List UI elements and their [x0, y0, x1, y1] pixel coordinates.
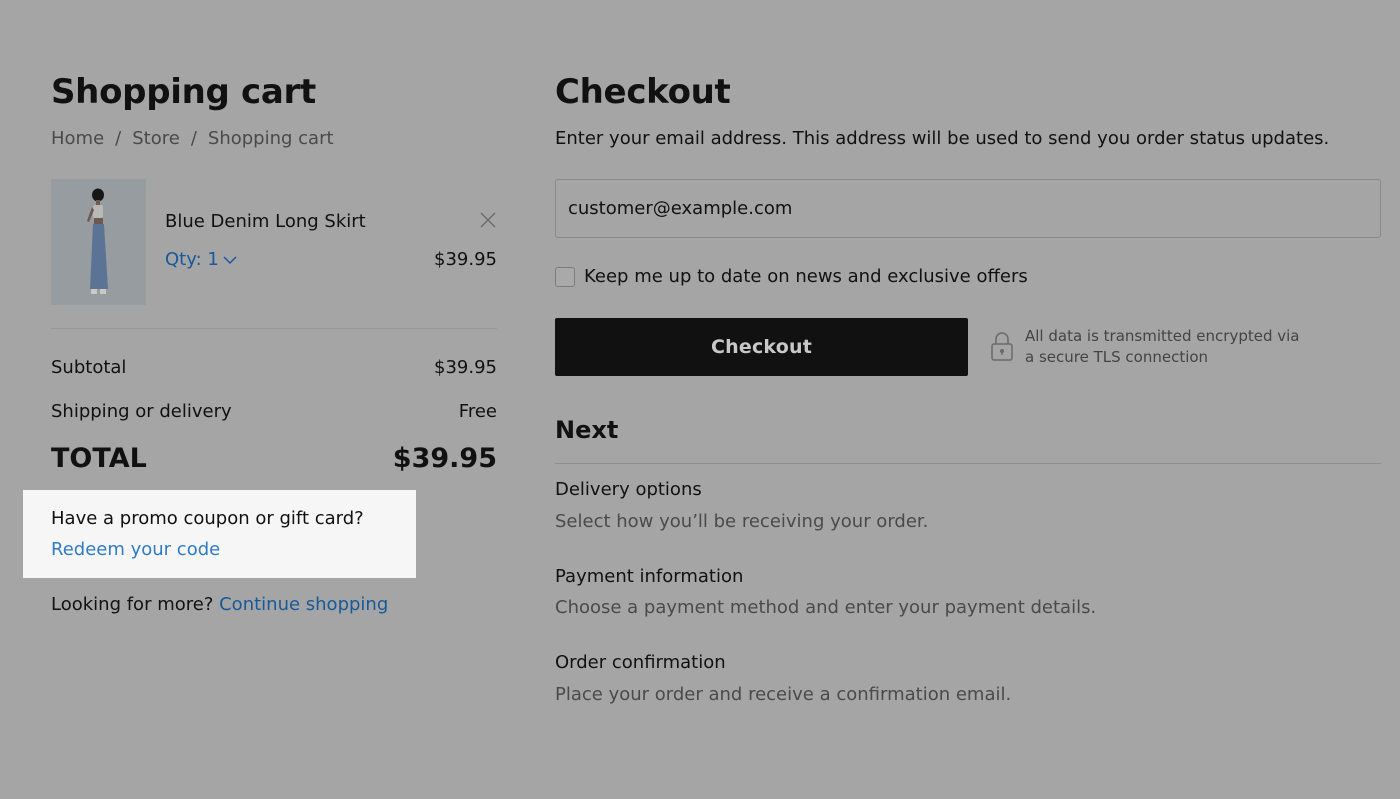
- breadcrumb-current: Shopping cart: [207, 128, 334, 149]
- quantity-selector[interactable]: Qty: 1: [165, 249, 237, 270]
- step-payment-desc: Choose a payment method and enter your p…: [555, 597, 1097, 618]
- step-delivery-title: Delivery options: [555, 479, 702, 500]
- newsletter-checkbox[interactable]: [555, 266, 575, 287]
- lock-icon: [991, 332, 1013, 361]
- product-price: $39.95: [434, 249, 497, 270]
- step-payment-title: Payment information: [555, 566, 744, 587]
- newsletter-label: Keep me up to date on news and exclusive…: [584, 266, 1028, 287]
- subtotal-row: Subtotal $39.95: [51, 357, 497, 378]
- subtotal-label: Subtotal: [51, 357, 127, 378]
- remove-item-button[interactable]: [479, 211, 497, 229]
- email-field[interactable]: [555, 179, 1381, 238]
- continue-shopping-prompt: Looking for more? Continue shopping: [51, 594, 388, 615]
- step-confirmation-desc: Place your order and receive a confirmat…: [555, 684, 1012, 705]
- breadcrumb-separator: /: [115, 128, 122, 149]
- step-delivery-desc: Select how you’ll be receiving your orde…: [555, 511, 929, 532]
- total-row: TOTAL $39.95: [51, 443, 497, 474]
- next-heading: Next: [555, 416, 619, 444]
- quantity-label: Qty: 1: [165, 249, 219, 270]
- breadcrumb: Home / Store / Shopping cart: [51, 128, 334, 149]
- breadcrumb-separator: /: [190, 128, 197, 149]
- secure-note-line: All data is transmitted encrypted via: [1025, 327, 1300, 345]
- product-image: [51, 179, 146, 305]
- shipping-label: Shipping or delivery: [51, 401, 232, 422]
- divider: [555, 463, 1381, 464]
- email-instructions: Enter your email address. This address w…: [555, 128, 1330, 149]
- promo-highlight: [23, 490, 416, 578]
- redeem-code-link[interactable]: Redeem your code: [51, 539, 220, 560]
- step-confirmation-title: Order confirmation: [555, 652, 726, 673]
- newsletter-option[interactable]: Keep me up to date on news and exclusive…: [555, 266, 1028, 287]
- shipping-row: Shipping or delivery Free: [51, 401, 497, 422]
- secure-note-line: a secure TLS connection: [1025, 348, 1209, 366]
- total-label: TOTAL: [51, 443, 147, 474]
- more-text: Looking for more?: [51, 594, 214, 615]
- divider: [51, 328, 497, 329]
- product-name[interactable]: Blue Denim Long Skirt: [165, 211, 366, 232]
- close-icon: [480, 212, 496, 228]
- breadcrumb-store[interactable]: Store: [132, 128, 180, 149]
- subtotal-value: $39.95: [434, 357, 497, 378]
- checkout-button[interactable]: Checkout: [555, 318, 968, 376]
- cart-title: Shopping cart: [51, 72, 316, 112]
- promo-question: Have a promo coupon or gift card?: [51, 508, 364, 529]
- secure-note: All data is transmitted encrypted via a …: [1025, 326, 1299, 368]
- breadcrumb-home[interactable]: Home: [51, 128, 104, 149]
- shipping-value: Free: [458, 401, 497, 422]
- total-value: $39.95: [392, 443, 497, 474]
- chevron-down-icon: [223, 256, 237, 265]
- continue-shopping-link[interactable]: Continue shopping: [219, 594, 388, 615]
- checkout-title: Checkout: [555, 72, 731, 112]
